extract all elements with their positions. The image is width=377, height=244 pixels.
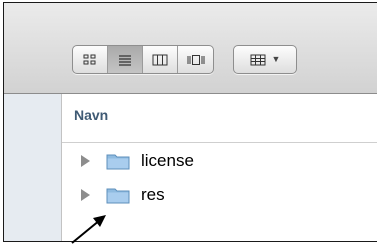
pointer-arrow-icon [71,215,106,244]
